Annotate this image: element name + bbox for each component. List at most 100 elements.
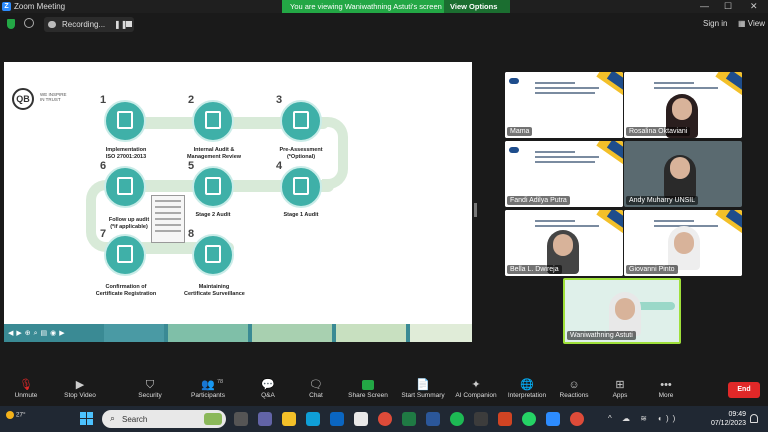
certificate-icon bbox=[205, 245, 221, 263]
step-5-number: 5 bbox=[188, 160, 195, 172]
slide-nav-icons[interactable]: ◀▶⊕⌕▤◉▶ bbox=[8, 329, 68, 338]
refresh-document-icon bbox=[117, 177, 133, 195]
panel-splitter-handle[interactable] bbox=[474, 203, 477, 217]
zoom-taskbar-icon[interactable] bbox=[546, 412, 560, 426]
qa-button[interactable]: 💬 Q&A bbox=[254, 376, 282, 406]
participant-name: Waniwathning Astuti bbox=[567, 331, 636, 340]
participant-tile[interactable]: Giovanni Pinto bbox=[624, 210, 742, 276]
window-title: Zoom Meeting bbox=[14, 2, 66, 11]
powerpoint-icon[interactable] bbox=[498, 412, 512, 426]
step-1-number: 1 bbox=[100, 94, 107, 106]
app-icon[interactable] bbox=[354, 412, 368, 426]
meeting-toolbar: 🎙 Unmute ▶ Stop Video ⛉ Security 👥 78 Partici… bbox=[0, 376, 768, 406]
ai-companion-button[interactable]: ✦ AI Companion bbox=[452, 376, 500, 406]
system-tray-icons[interactable]: ^ ☁ ≋ ◖)) bbox=[608, 414, 679, 423]
notification-bell-icon[interactable] bbox=[750, 414, 758, 423]
security-button[interactable]: ⛉ Security bbox=[132, 376, 168, 406]
share-arrow-icon bbox=[346, 376, 390, 392]
apps-grid-icon: ⊞ bbox=[615, 379, 625, 391]
participant-tile[interactable]: Fandi Adilya Putra bbox=[505, 141, 623, 207]
cloud-icon bbox=[48, 21, 56, 28]
step-4-label: Stage 1 Audit bbox=[283, 212, 319, 218]
step-3-number: 3 bbox=[276, 94, 283, 106]
sun-icon bbox=[6, 411, 14, 419]
app-icon[interactable] bbox=[474, 412, 488, 426]
start-summary-button[interactable]: 📄 Start Summary bbox=[398, 376, 448, 406]
participant-tile[interactable]: Andy Muharry UNSIL bbox=[624, 141, 742, 207]
step-8-number: 8 bbox=[188, 228, 195, 240]
zoom-app-icon: Z bbox=[2, 2, 11, 11]
word-icon[interactable] bbox=[426, 412, 440, 426]
sign-in-link[interactable]: Sign in bbox=[703, 19, 727, 28]
info-icon[interactable] bbox=[24, 18, 34, 28]
participant-tile[interactable]: Rosalina Oktaviani bbox=[624, 72, 742, 138]
recording-label: Recording... bbox=[62, 20, 106, 29]
end-meeting-button[interactable]: End bbox=[728, 382, 760, 398]
whatsapp-icon[interactable] bbox=[522, 412, 536, 426]
apps-button[interactable]: ⊞ Apps bbox=[606, 376, 634, 406]
document-search-icon bbox=[205, 111, 221, 129]
summary-doc-icon: 📄 bbox=[416, 379, 430, 391]
more-button[interactable]: ••• More bbox=[652, 376, 680, 406]
step-2-label: Internal Audit & Management Review bbox=[186, 147, 242, 160]
step-7-label: Confirmation of Certificate Registration bbox=[95, 284, 157, 297]
maximize-icon[interactable]: ☐ bbox=[724, 1, 732, 12]
participant-name: Bella L. Dwireja bbox=[507, 265, 562, 274]
taskbar-clock[interactable]: 09:49 07/12/2023 bbox=[708, 410, 746, 428]
teams-icon[interactable] bbox=[258, 412, 272, 426]
viewing-banner: You are viewing Waniwathning Astuti's sc… bbox=[282, 0, 510, 20]
participant-name: Giovanni Pinto bbox=[626, 265, 678, 274]
shared-screen-slide: QB WE INSPIRE IN TRUST 1 Implementation … bbox=[4, 62, 472, 342]
step-6-number: 6 bbox=[100, 160, 107, 172]
participant-tile[interactable]: Mama bbox=[505, 72, 623, 138]
title-bar: Z Zoom Meeting You are viewing Waniwathn… bbox=[0, 0, 768, 20]
document-search-icon bbox=[205, 177, 221, 195]
step-4-number: 4 bbox=[276, 160, 283, 172]
chrome-icon[interactable] bbox=[378, 412, 392, 426]
chrome-icon[interactable] bbox=[570, 412, 584, 426]
step-8-circle bbox=[192, 234, 234, 276]
stop-recording-icon[interactable] bbox=[126, 21, 132, 27]
spotify-icon[interactable] bbox=[450, 412, 464, 426]
task-view-icon[interactable] bbox=[234, 412, 248, 426]
step-3-label: Pre-Assessment (*Optional) bbox=[279, 147, 323, 160]
step-6-circle bbox=[104, 166, 146, 208]
close-icon[interactable]: ✕ bbox=[750, 1, 758, 12]
minimize-icon[interactable]: — bbox=[700, 1, 709, 11]
more-dots-icon: ••• bbox=[660, 379, 672, 391]
chat-button[interactable]: 🗨 Chat bbox=[302, 376, 330, 406]
company-logo: QB bbox=[12, 88, 34, 110]
file-explorer-icon[interactable] bbox=[282, 412, 296, 426]
active-speaker-tile[interactable]: Waniwathning Astuti bbox=[563, 278, 681, 344]
participant-tile[interactable]: Bella L. Dwireja bbox=[505, 210, 623, 276]
view-button[interactable]: ▦ View bbox=[738, 19, 765, 28]
muted-mic-icon: 🎙 bbox=[19, 379, 33, 391]
weather-widget[interactable]: 27° bbox=[6, 411, 26, 419]
excel-icon[interactable] bbox=[402, 412, 416, 426]
start-button[interactable] bbox=[80, 412, 93, 425]
share-screen-button[interactable]: Share Screen bbox=[346, 376, 390, 406]
reactions-button[interactable]: ☺ Reactions bbox=[556, 376, 592, 406]
globe-icon: 🌐 bbox=[520, 379, 534, 391]
view-options-button[interactable]: View Options ⌄ bbox=[444, 0, 510, 20]
unmute-button[interactable]: 🎙 Unmute bbox=[8, 376, 44, 406]
store-icon[interactable] bbox=[330, 412, 344, 426]
step-2-number: 2 bbox=[188, 94, 195, 106]
participants-button[interactable]: 👥 78 Participants bbox=[186, 376, 230, 406]
taskbar-search[interactable]: ⌕ Search bbox=[102, 410, 226, 428]
participant-name: Fandi Adilya Putra bbox=[507, 196, 570, 205]
participant-name: Andy Muharry UNSIL bbox=[626, 196, 699, 205]
step-1-circle bbox=[104, 100, 146, 142]
step-1-label: Implementation ISO 27001:2013 bbox=[105, 147, 147, 160]
video-camera-icon: ▶ bbox=[75, 379, 85, 391]
interpretation-button[interactable]: 🌐 Interpretation bbox=[504, 376, 550, 406]
stop-video-button[interactable]: ▶ Stop Video bbox=[58, 376, 102, 406]
checklist-icon bbox=[293, 111, 309, 129]
participant-name: Mama bbox=[507, 127, 533, 136]
participant-name: Rosalina Oktaviani bbox=[626, 127, 691, 136]
chat-bubble-icon: 🗨 bbox=[309, 379, 323, 391]
security-shield-icon[interactable] bbox=[7, 19, 15, 29]
step-3-circle bbox=[280, 100, 322, 142]
edge-icon[interactable] bbox=[306, 412, 320, 426]
search-highlight-image bbox=[204, 413, 222, 425]
